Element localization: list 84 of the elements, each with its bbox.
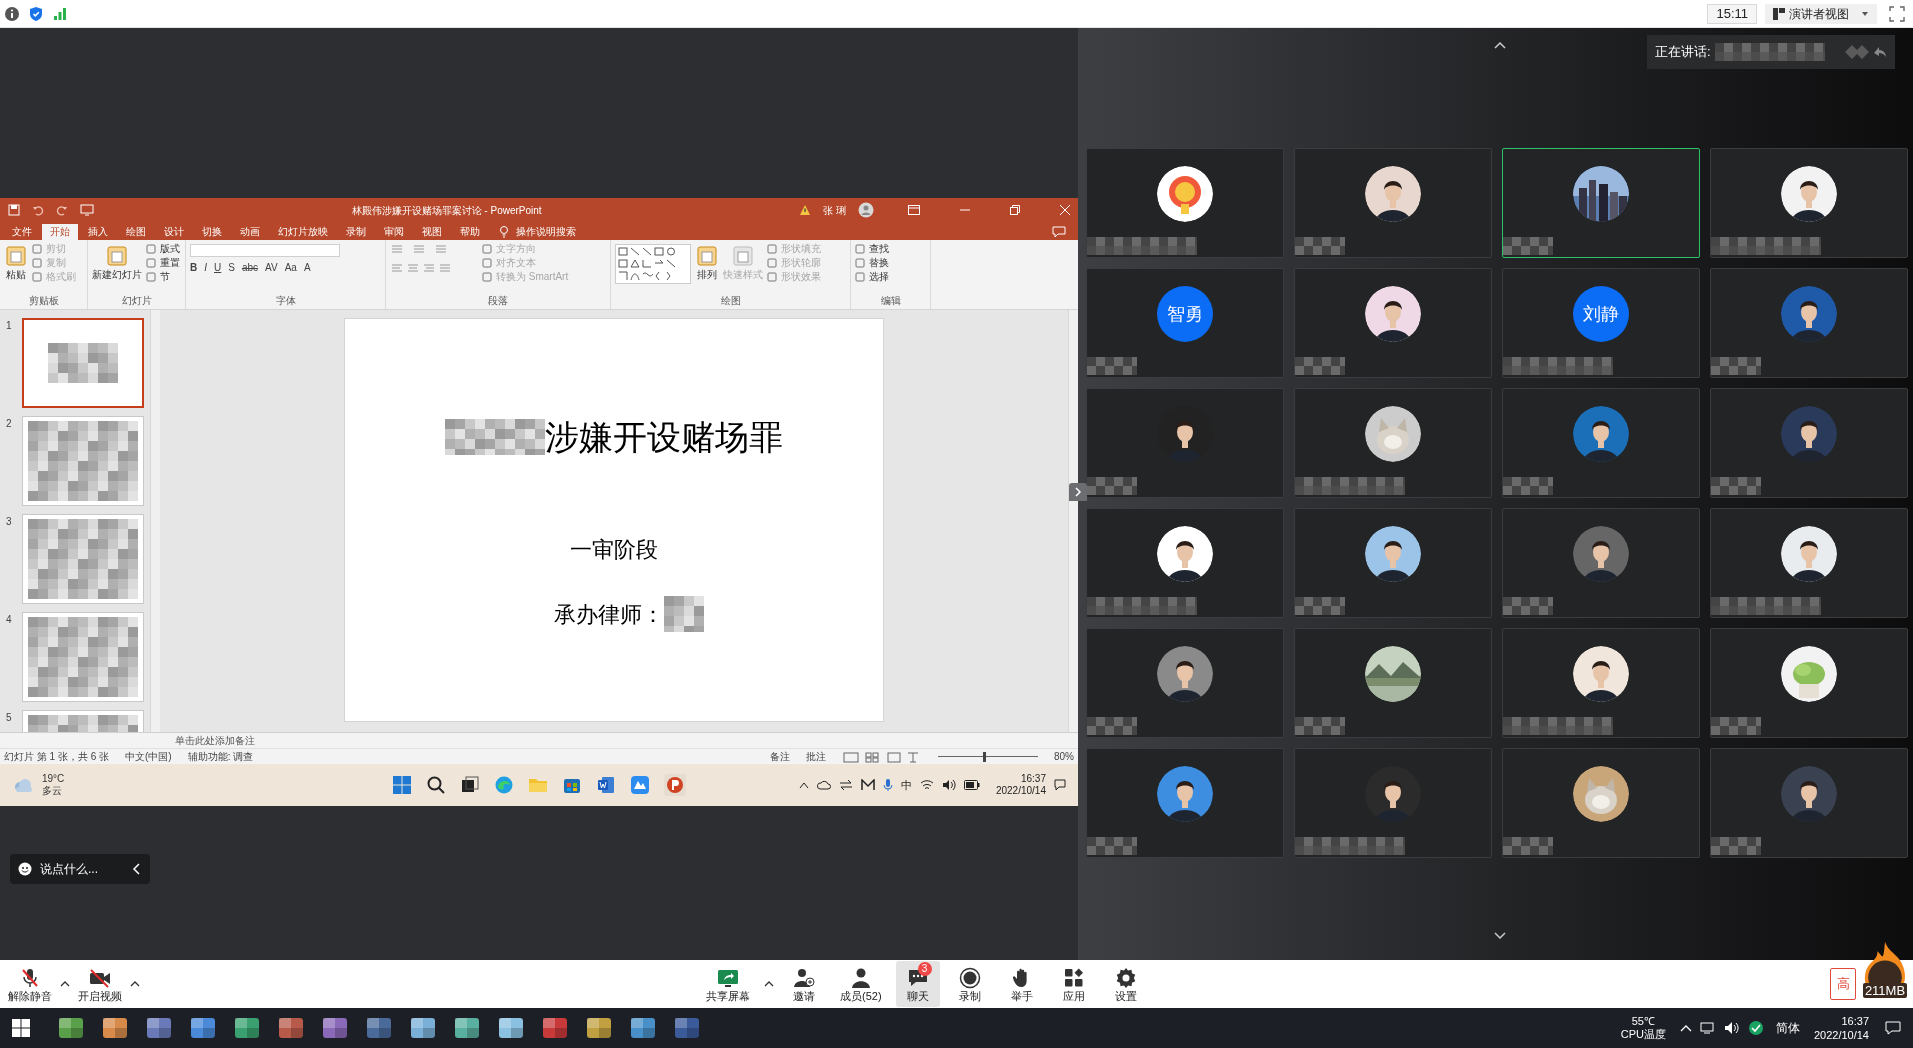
- participant-tile[interactable]: 智勇: [1086, 268, 1284, 378]
- ime-indicator[interactable]: 中: [900, 776, 912, 794]
- ribbon-button[interactable]: 新建幻灯片: [92, 244, 142, 296]
- meeting-timer: 15:11: [1707, 3, 1757, 24]
- toolbar-button[interactable]: 共享屏幕: [700, 961, 756, 1007]
- toolbar-button[interactable]: 举手: [999, 961, 1044, 1007]
- ribbon-button[interactable]: 版式: [146, 244, 180, 254]
- comments-button[interactable]: 批注: [806, 751, 826, 762]
- initials-avatar: 智勇: [1157, 286, 1213, 342]
- chat-input[interactable]: 说点什么...: [10, 854, 150, 884]
- ribbon-button[interactable]: 选择: [855, 272, 889, 282]
- memory-usage: 211MB: [1862, 983, 1908, 998]
- ribbon-button[interactable]: 查找: [855, 244, 889, 254]
- ribbon-tab[interactable]: 帮助: [452, 224, 488, 240]
- ribbon-button[interactable]: 节: [146, 272, 180, 282]
- slide-number: 3: [6, 515, 13, 529]
- format-button[interactable]: U: [214, 263, 222, 273]
- weather-text: 多云: [42, 786, 63, 796]
- document-title: 林殿伟涉嫌开设赌场罪案讨论 - PowerPoint: [351, 203, 542, 218]
- ribbon-tab[interactable]: 录制: [338, 224, 374, 240]
- format-button[interactable]: I: [204, 263, 207, 273]
- toolbar-button[interactable]: 开启视频: [72, 961, 128, 1007]
- slide-number: 1: [6, 319, 13, 333]
- accessibility-status[interactable]: 辅助功能: 调查: [187, 751, 254, 762]
- ribbon-tab[interactable]: 幻灯片放映: [270, 224, 336, 240]
- ribbon-button[interactable]: 重置: [146, 258, 180, 268]
- ribbon-button[interactable]: 排列: [695, 244, 719, 296]
- toolbar-button[interactable]: 聊天 3: [895, 961, 940, 1007]
- initials-avatar: 刘静: [1573, 286, 1629, 342]
- format-button[interactable]: S: [228, 263, 235, 273]
- group-label: 幻灯片: [120, 296, 153, 308]
- slide-count: 幻灯片 第 1 张，共 6 张: [4, 751, 109, 762]
- language-status[interactable]: 中文(中国): [125, 751, 172, 762]
- ribbon-tab[interactable]: 文件: [4, 224, 40, 240]
- group-label: 段落: [487, 296, 509, 308]
- ribbon-tab[interactable]: 开始: [42, 224, 78, 240]
- ribbon-tab[interactable]: 绘图: [118, 224, 154, 240]
- toolbar-button[interactable]: 应用: [1051, 961, 1096, 1007]
- format-button[interactable]: Aa: [284, 263, 297, 273]
- format-button[interactable]: AV: [265, 263, 278, 273]
- slide-subtitle: 一审阶段: [570, 536, 658, 564]
- user-name: 张 琍: [823, 203, 846, 218]
- temperature: 19°C: [42, 774, 65, 784]
- group-label: 字体: [274, 296, 297, 308]
- ribbon-tab[interactable]: 切换: [194, 224, 230, 240]
- ribbon-tab[interactable]: 插入: [80, 224, 116, 240]
- participant-tile[interactable]: 刘静: [1502, 268, 1700, 378]
- ribbon-button[interactable]: 粘贴: [4, 244, 28, 296]
- group-label: 绘图: [719, 296, 742, 308]
- tell-me-search[interactable]: 操作说明搜索: [512, 224, 580, 240]
- toolbar-button[interactable]: 邀请: [782, 961, 826, 1007]
- toolbar-button[interactable]: 解除静音: [2, 961, 58, 1007]
- ime-indicator[interactable]: 简体: [1775, 1019, 1800, 1037]
- ribbon-tab[interactable]: 设计: [156, 224, 192, 240]
- notes-button[interactable]: 备注: [770, 751, 790, 762]
- ribbon-tab[interactable]: 视图: [414, 224, 450, 240]
- toolbar-button[interactable]: 录制: [947, 961, 992, 1007]
- toolbar-button[interactable]: 设置: [1103, 961, 1148, 1007]
- ribbon-button[interactable]: 替换: [855, 258, 889, 268]
- slide-number: 2: [6, 417, 13, 431]
- cpu-temperature: 55℃: [1631, 1016, 1655, 1027]
- clock-date[interactable]: 2022/10/14: [995, 786, 1046, 796]
- group-label: 编辑: [879, 296, 902, 308]
- group-label: 剪贴板: [27, 296, 60, 308]
- slide-number: 4: [6, 613, 13, 627]
- clock-time[interactable]: 16:37: [1020, 774, 1046, 784]
- speaking-label: 正在讲话:: [1655, 43, 1711, 62]
- clock-time[interactable]: 16:37: [1841, 1015, 1869, 1027]
- ribbon-tab[interactable]: 动画: [232, 224, 268, 240]
- ribbon-tab[interactable]: 审阅: [376, 224, 412, 240]
- view-dropdown[interactable]: 演讲者视图: [1765, 3, 1877, 24]
- format-button[interactable]: A: [303, 263, 311, 273]
- format-button[interactable]: B: [190, 263, 198, 273]
- notes-field[interactable]: 单击此处添加备注: [175, 735, 255, 746]
- clock-date[interactable]: 2022/10/14: [1813, 1029, 1869, 1041]
- lawyer-label: 承办律师：: [554, 600, 664, 629]
- format-button[interactable]: abc: [241, 263, 259, 273]
- quality-button[interactable]: 高: [1830, 968, 1856, 1000]
- slide-number: 5: [6, 711, 13, 725]
- zoom-percent[interactable]: 80%: [1054, 751, 1074, 762]
- notification-badge: 3: [917, 962, 932, 976]
- slide-title: 涉嫌开设赌场罪: [545, 420, 783, 454]
- toolbar-button[interactable]: 成员(52): [834, 961, 888, 1007]
- cpu-label: CPU温度: [1620, 1029, 1666, 1040]
